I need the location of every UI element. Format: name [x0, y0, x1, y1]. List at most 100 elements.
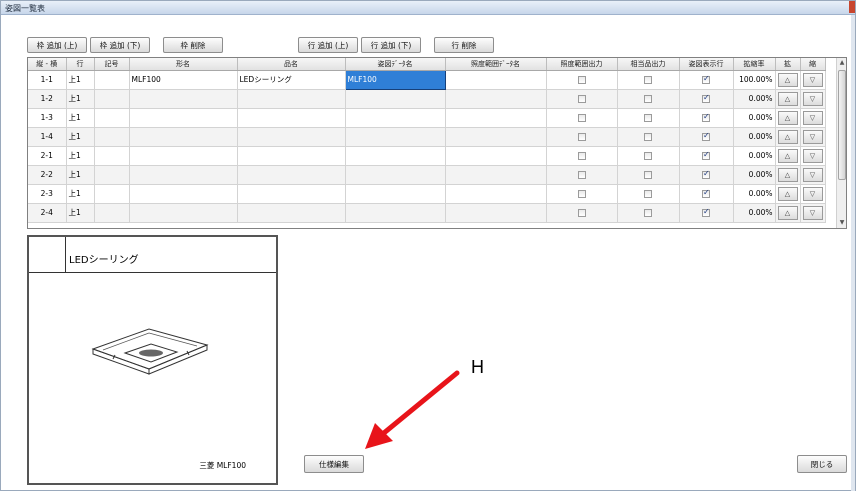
cell-illuminance-data[interactable] — [445, 108, 547, 128]
cell-model[interactable] — [129, 165, 238, 185]
zoom-in-button[interactable]: △ — [777, 72, 798, 87]
cell-symbol[interactable] — [94, 184, 130, 204]
column-header[interactable]: 姿図表示行 — [679, 58, 734, 71]
illum-out-checkbox[interactable] — [577, 133, 586, 141]
cell-figure-data[interactable] — [345, 203, 446, 223]
cell-position[interactable]: 1-1 — [28, 70, 67, 90]
zoom-in-button[interactable]: △ — [777, 129, 798, 144]
cell-symbol[interactable] — [94, 127, 130, 147]
zoom-out-button[interactable]: ▽ — [802, 167, 823, 182]
cell-illuminance-data[interactable] — [445, 146, 547, 166]
cell-figure-data[interactable] — [345, 127, 446, 147]
show-fig-checkbox[interactable] — [702, 188, 710, 198]
cell-symbol[interactable] — [94, 89, 130, 109]
column-header[interactable]: 照度範囲出力 — [546, 58, 618, 71]
frame-delete-button[interactable]: 枠 削除 — [163, 37, 223, 53]
zoom-out-button[interactable]: ▽ — [802, 91, 823, 106]
show-fig-checkbox[interactable] — [702, 207, 710, 217]
illum-out-checkbox[interactable] — [577, 190, 586, 198]
cell-row[interactable]: 上1 — [66, 70, 95, 90]
cell-scale[interactable]: 100.00% — [733, 70, 776, 90]
table-row[interactable]: 1-1上1 MLF100LEDシーリングMLF100 100.00%△ ▽ — [28, 69, 826, 90]
column-header[interactable]: 品名 — [237, 58, 346, 71]
column-header[interactable]: 照度範囲ﾃﾞｰﾀ名 — [445, 58, 547, 71]
cell-position[interactable]: 1-2 — [28, 89, 67, 109]
table-row[interactable]: 2-2上1 0.00%△ ▽ — [28, 165, 826, 185]
cell-position[interactable]: 2-4 — [28, 203, 67, 223]
cell-symbol[interactable] — [94, 165, 130, 185]
close-window-icon[interactable] — [849, 1, 855, 13]
cell-row[interactable]: 上1 — [66, 127, 95, 147]
cell-illuminance-data[interactable] — [445, 89, 547, 109]
illum-out-checkbox[interactable] — [577, 152, 586, 160]
illum-out-checkbox[interactable] — [577, 76, 586, 84]
column-header[interactable]: 縦 - 横 — [28, 58, 67, 71]
cell-model[interactable] — [129, 127, 238, 147]
cell-figure-data[interactable] — [345, 184, 446, 204]
row-add-below-button[interactable]: 行 追加 (下) — [361, 37, 421, 53]
cell-scale[interactable]: 0.00% — [733, 203, 776, 223]
cell-illuminance-data[interactable] — [445, 70, 547, 90]
row-delete-button[interactable]: 行 削除 — [434, 37, 494, 53]
cell-row[interactable]: 上1 — [66, 89, 95, 109]
cell-model[interactable]: MLF100 — [129, 70, 238, 90]
column-header[interactable]: 形名 — [129, 58, 238, 71]
cell-illuminance-data[interactable] — [445, 127, 547, 147]
cell-illuminance-data[interactable] — [445, 203, 547, 223]
illum-out-checkbox[interactable] — [577, 171, 586, 179]
cell-product[interactable] — [237, 184, 346, 204]
cell-position[interactable]: 2-3 — [28, 184, 67, 204]
vertical-scrollbar[interactable]: ▲ ▼ — [836, 58, 846, 228]
cell-product[interactable] — [237, 108, 346, 128]
cell-product[interactable] — [237, 127, 346, 147]
table-row[interactable]: 2-4上1 0.00%△ ▽ — [28, 203, 826, 223]
illum-out-checkbox[interactable] — [577, 114, 586, 122]
table-row[interactable]: 1-2上1 0.00%△ ▽ — [28, 89, 826, 109]
cell-product[interactable] — [237, 203, 346, 223]
table-row[interactable]: 1-4上1 0.00%△ ▽ — [28, 127, 826, 147]
cell-model[interactable] — [129, 89, 238, 109]
cell-position[interactable]: 1-4 — [28, 127, 67, 147]
equiv-out-checkbox[interactable] — [644, 133, 652, 141]
cell-product[interactable]: LEDシーリング — [237, 70, 346, 90]
cell-product[interactable] — [237, 89, 346, 109]
zoom-in-button[interactable]: △ — [777, 186, 798, 201]
show-fig-checkbox[interactable] — [702, 74, 710, 84]
equiv-out-checkbox[interactable] — [644, 171, 652, 179]
cell-figure-data[interactable] — [345, 89, 446, 109]
equiv-out-checkbox[interactable] — [644, 209, 652, 217]
scroll-down-icon[interactable]: ▼ — [837, 218, 847, 228]
cell-position[interactable]: 2-1 — [28, 146, 67, 166]
cell-symbol[interactable] — [94, 108, 130, 128]
column-header[interactable]: 縮 — [800, 58, 826, 71]
zoom-out-button[interactable]: ▽ — [802, 186, 823, 201]
cell-model[interactable] — [129, 184, 238, 204]
cell-row[interactable]: 上1 — [66, 184, 95, 204]
table-row[interactable]: 2-1上1 0.00%△ ▽ — [28, 146, 826, 166]
cell-scale[interactable]: 0.00% — [733, 89, 776, 109]
frame-add-above-button[interactable]: 枠 追加 (上) — [27, 37, 87, 53]
illum-out-checkbox[interactable] — [577, 95, 586, 103]
cell-scale[interactable]: 0.00% — [733, 108, 776, 128]
cell-row[interactable]: 上1 — [66, 165, 95, 185]
frame-add-below-button[interactable]: 枠 追加 (下) — [90, 37, 150, 53]
cell-model[interactable] — [129, 108, 238, 128]
equiv-out-checkbox[interactable] — [644, 76, 652, 84]
column-header[interactable]: 拡縮率 — [733, 58, 776, 71]
cell-position[interactable]: 2-2 — [28, 165, 67, 185]
cell-scale[interactable]: 0.00% — [733, 165, 776, 185]
cell-scale[interactable]: 0.00% — [733, 184, 776, 204]
cell-symbol[interactable] — [94, 70, 130, 90]
cell-symbol[interactable] — [94, 203, 130, 223]
cell-product[interactable] — [237, 146, 346, 166]
zoom-in-button[interactable]: △ — [777, 167, 798, 182]
equiv-out-checkbox[interactable] — [644, 152, 652, 160]
cell-product[interactable] — [237, 165, 346, 185]
cell-row[interactable]: 上1 — [66, 203, 95, 223]
equiv-out-checkbox[interactable] — [644, 95, 652, 103]
zoom-out-button[interactable]: ▽ — [802, 205, 823, 220]
illum-out-checkbox[interactable] — [577, 209, 586, 217]
scroll-up-icon[interactable]: ▲ — [837, 58, 847, 68]
table-row[interactable]: 1-3上1 0.00%△ ▽ — [28, 108, 826, 128]
show-fig-checkbox[interactable] — [702, 169, 710, 179]
